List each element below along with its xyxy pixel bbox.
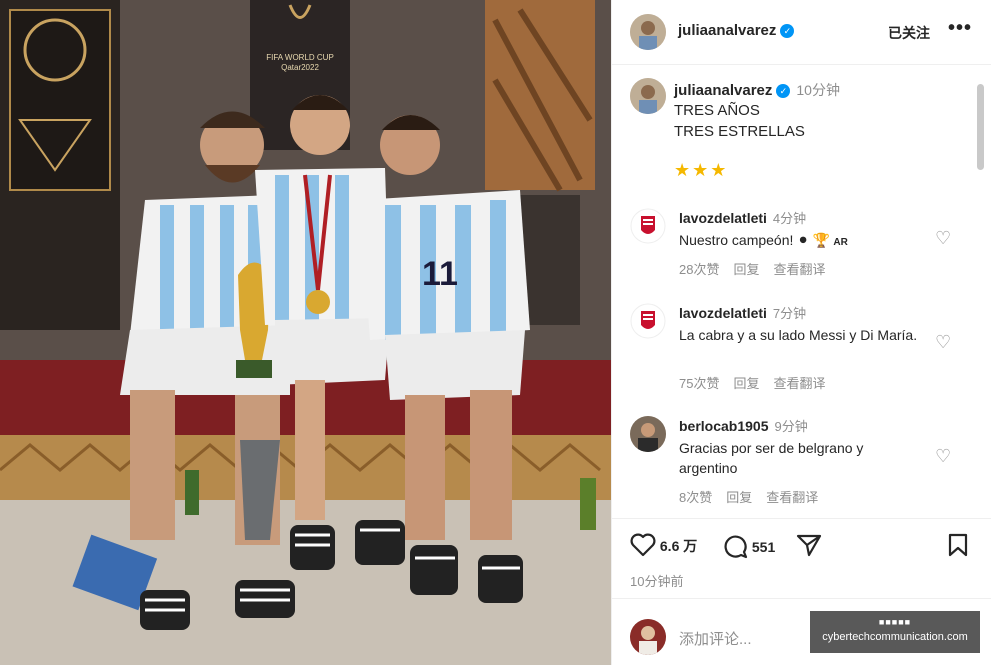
reply-button[interactable]: 回复 <box>733 376 759 391</box>
caption-avatar[interactable] <box>630 78 666 114</box>
comments-count[interactable]: 551 <box>752 539 775 555</box>
translate-button[interactable]: 查看翻译 <box>766 490 818 505</box>
comment-input[interactable]: 添加评论... <box>679 628 752 649</box>
likes-count[interactable]: 6.6 万 <box>660 538 697 554</box>
comment-username[interactable]: lavozdelatleti 4分钟 <box>679 208 806 227</box>
comment-timestamp: 9分钟 <box>774 419 808 434</box>
post-photo[interactable]: FIFA WORLD CUP Qatar2022 11 <box>0 0 611 665</box>
comments-scrollbar[interactable] <box>977 84 984 170</box>
comment-action[interactable]: 551 <box>722 533 775 559</box>
commenter-avatar[interactable] <box>630 208 666 244</box>
trophy-emoji-icon: 🏆 <box>812 232 831 248</box>
caption-username-text[interactable]: juliaanalvarez <box>674 82 772 99</box>
watermark-line1: ■■■■■ <box>878 617 912 627</box>
comment-text: La cabra y a su lado Messi y Di María. <box>679 327 918 343</box>
comment-username-text[interactable]: berlocab1905 <box>679 418 769 434</box>
comment-like-icon[interactable]: ♡ <box>935 446 951 467</box>
reply-button[interactable]: 回复 <box>733 262 759 277</box>
caption-text: TRES AÑOS TRES ESTRELLAS <box>674 102 805 140</box>
comment-username[interactable]: berlocab1905 9分钟 <box>679 416 808 435</box>
author-avatar[interactable] <box>630 14 666 50</box>
bookmark-icon[interactable] <box>948 533 968 557</box>
caption-timestamp: 10分钟 <box>796 82 840 98</box>
comment-likes[interactable]: 28次赞 <box>679 262 719 277</box>
comment-username-text[interactable]: lavozdelatleti <box>679 210 767 226</box>
comment-text: Gracias por ser de belgrano y argentino <box>679 440 864 476</box>
like-action[interactable]: 6.6 万 <box>630 533 697 557</box>
watermark: ■■■■■ cybertechcommunication.com <box>810 611 980 653</box>
comment-likes[interactable]: 8次赞 <box>679 490 712 505</box>
comment-like-icon[interactable]: ♡ <box>935 228 951 249</box>
commenter-avatar[interactable] <box>630 416 666 452</box>
comment-meta: 75次赞 回复 查看翻译 <box>679 373 840 392</box>
post-header: juliaanalvarez ✓ 已关注 ••• <box>612 0 991 65</box>
post-side-panel: juliaanalvarez ✓ 已关注 ••• juliaanalvarez ✓ 1… <box>611 0 991 665</box>
save-action[interactable] <box>948 533 968 560</box>
comment-meta: 28次赞 回复 查看翻译 <box>679 259 840 278</box>
translate-button[interactable]: 查看翻译 <box>773 262 825 277</box>
comment-likes[interactable]: 75次赞 <box>679 376 719 391</box>
comment-item: lavozdelatleti 7分钟 La cabra y a su lado M… <box>612 303 972 393</box>
translate-button[interactable]: 查看翻译 <box>773 376 825 391</box>
verified-icon: ✓ <box>780 24 795 38</box>
comment-timestamp: 4分钟 <box>772 211 807 226</box>
verified-icon: ✓ <box>776 84 791 98</box>
comment-item: berlocab1905 9分钟 Gracias por ser de belgr… <box>612 416 972 506</box>
commenter-avatar[interactable] <box>630 303 666 339</box>
watermark-line2: cybertechcommunication.com <box>822 631 968 643</box>
jersey-number: 11 <box>422 255 458 293</box>
author-username-text[interactable]: juliaanalvarez <box>678 22 776 39</box>
post-photo-illustration: FIFA WORLD CUP Qatar2022 11 <box>0 0 611 665</box>
comment-text: Nuestro campeón! ⚫ 🏆 AR <box>679 230 919 253</box>
share-icon[interactable] <box>796 533 822 557</box>
post-timestamp: 10分钟前 <box>630 574 684 589</box>
caption-stars: ★★★ <box>674 160 729 180</box>
share-action[interactable] <box>796 533 822 560</box>
caption-username[interactable]: juliaanalvarez ✓ 10分钟 <box>674 80 840 100</box>
shirt-emoji-icon: ⚫ <box>797 232 810 248</box>
comment-username[interactable]: lavozdelatleti 7分钟 <box>679 303 806 322</box>
more-options-icon[interactable]: ••• <box>948 17 972 40</box>
post-actions: 6.6 万 551 10分钟前 <box>612 518 991 599</box>
comment-meta: 8次赞 回复 查看翻译 <box>679 487 832 506</box>
author-username[interactable]: juliaanalvarez ✓ <box>678 22 795 39</box>
comment-icon[interactable] <box>722 533 748 559</box>
comment-username-text[interactable]: lavozdelatleti <box>679 305 767 321</box>
following-button[interactable]: 已关注 <box>888 23 930 43</box>
current-user-avatar[interactable] <box>630 619 666 655</box>
reply-button[interactable]: 回复 <box>726 490 752 505</box>
heart-icon[interactable] <box>630 533 656 557</box>
comment-text-body: Nuestro campeón! <box>679 232 794 248</box>
comment-like-icon[interactable]: ♡ <box>935 332 951 353</box>
comment-item: lavozdelatleti 4分钟 Nuestro campeón! ⚫ 🏆 AR… <box>612 208 972 288</box>
comment-timestamp: 7分钟 <box>772 306 807 321</box>
flag-ar-badge: AR <box>833 237 848 248</box>
